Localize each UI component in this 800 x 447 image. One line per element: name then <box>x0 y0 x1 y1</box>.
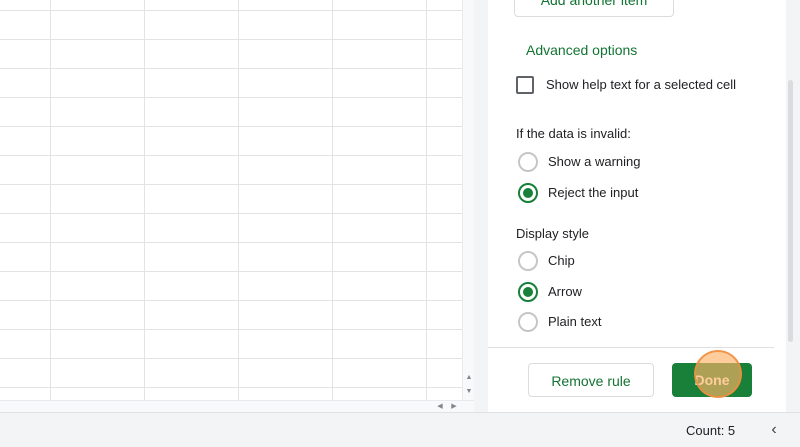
invalid-data-heading: If the data is invalid: <box>516 126 631 141</box>
panel-content: Add another item Advanced options Show h… <box>488 0 793 412</box>
selection-count: Count: 5 <box>686 423 736 438</box>
grid-row-divider <box>0 39 462 40</box>
data-validation-panel: Add another item Advanced options Show h… <box>474 0 800 412</box>
remove-rule-button[interactable]: Remove rule <box>528 363 654 397</box>
grid-row-divider <box>0 213 462 214</box>
radio-label: Reject the input <box>548 185 639 200</box>
grid-vertical-scrollbar[interactable]: ▲ ▼ <box>462 0 474 400</box>
grid-column-divider <box>144 0 145 400</box>
radio-button[interactable] <box>518 312 538 332</box>
grid-column-divider <box>50 0 51 400</box>
grid-row-divider <box>0 242 462 243</box>
radio-button[interactable] <box>518 152 538 172</box>
grid-column-divider <box>332 0 333 400</box>
radio-button[interactable] <box>518 251 538 271</box>
radio-label: Arrow <box>548 284 582 299</box>
grid-row-divider <box>0 300 462 301</box>
display-style-heading: Display style <box>516 226 589 241</box>
grid-row-divider <box>0 10 462 11</box>
radio-button[interactable] <box>518 282 538 302</box>
grid-row-divider <box>0 68 462 69</box>
grid-column-divider <box>426 0 427 400</box>
spreadsheet-grid[interactable] <box>0 0 462 400</box>
panel-scrollbar-thumb[interactable] <box>788 80 793 342</box>
grid-row-divider <box>0 387 462 388</box>
help-text-checkbox[interactable] <box>516 76 534 94</box>
panel-footer-divider <box>488 347 774 348</box>
radio-label: Plain text <box>548 314 602 329</box>
grid-row-divider <box>0 184 462 185</box>
grid-row-divider <box>0 358 462 359</box>
status-bar: Count: 5 ‹ <box>0 412 800 447</box>
grid-row-divider <box>0 97 462 98</box>
add-another-item-button[interactable]: Add another item <box>514 0 674 17</box>
radio-label: Show a warning <box>548 154 641 169</box>
chevron-left-icon[interactable]: ‹ <box>766 421 782 439</box>
radio-label: Chip <box>548 253 575 268</box>
grid-row-divider <box>0 126 462 127</box>
grid-row-divider <box>0 329 462 330</box>
grid-column-divider <box>238 0 239 400</box>
done-button[interactable]: Done <box>672 363 752 397</box>
grid-row-divider <box>0 271 462 272</box>
radio-button[interactable] <box>518 183 538 203</box>
help-text-checkbox-label: Show help text for a selected cell <box>546 77 737 92</box>
advanced-options-toggle[interactable]: Advanced options <box>526 42 637 58</box>
grid-row-divider <box>0 155 462 156</box>
grid-horizontal-scrollbar[interactable]: ◀ ▶ <box>0 400 474 412</box>
